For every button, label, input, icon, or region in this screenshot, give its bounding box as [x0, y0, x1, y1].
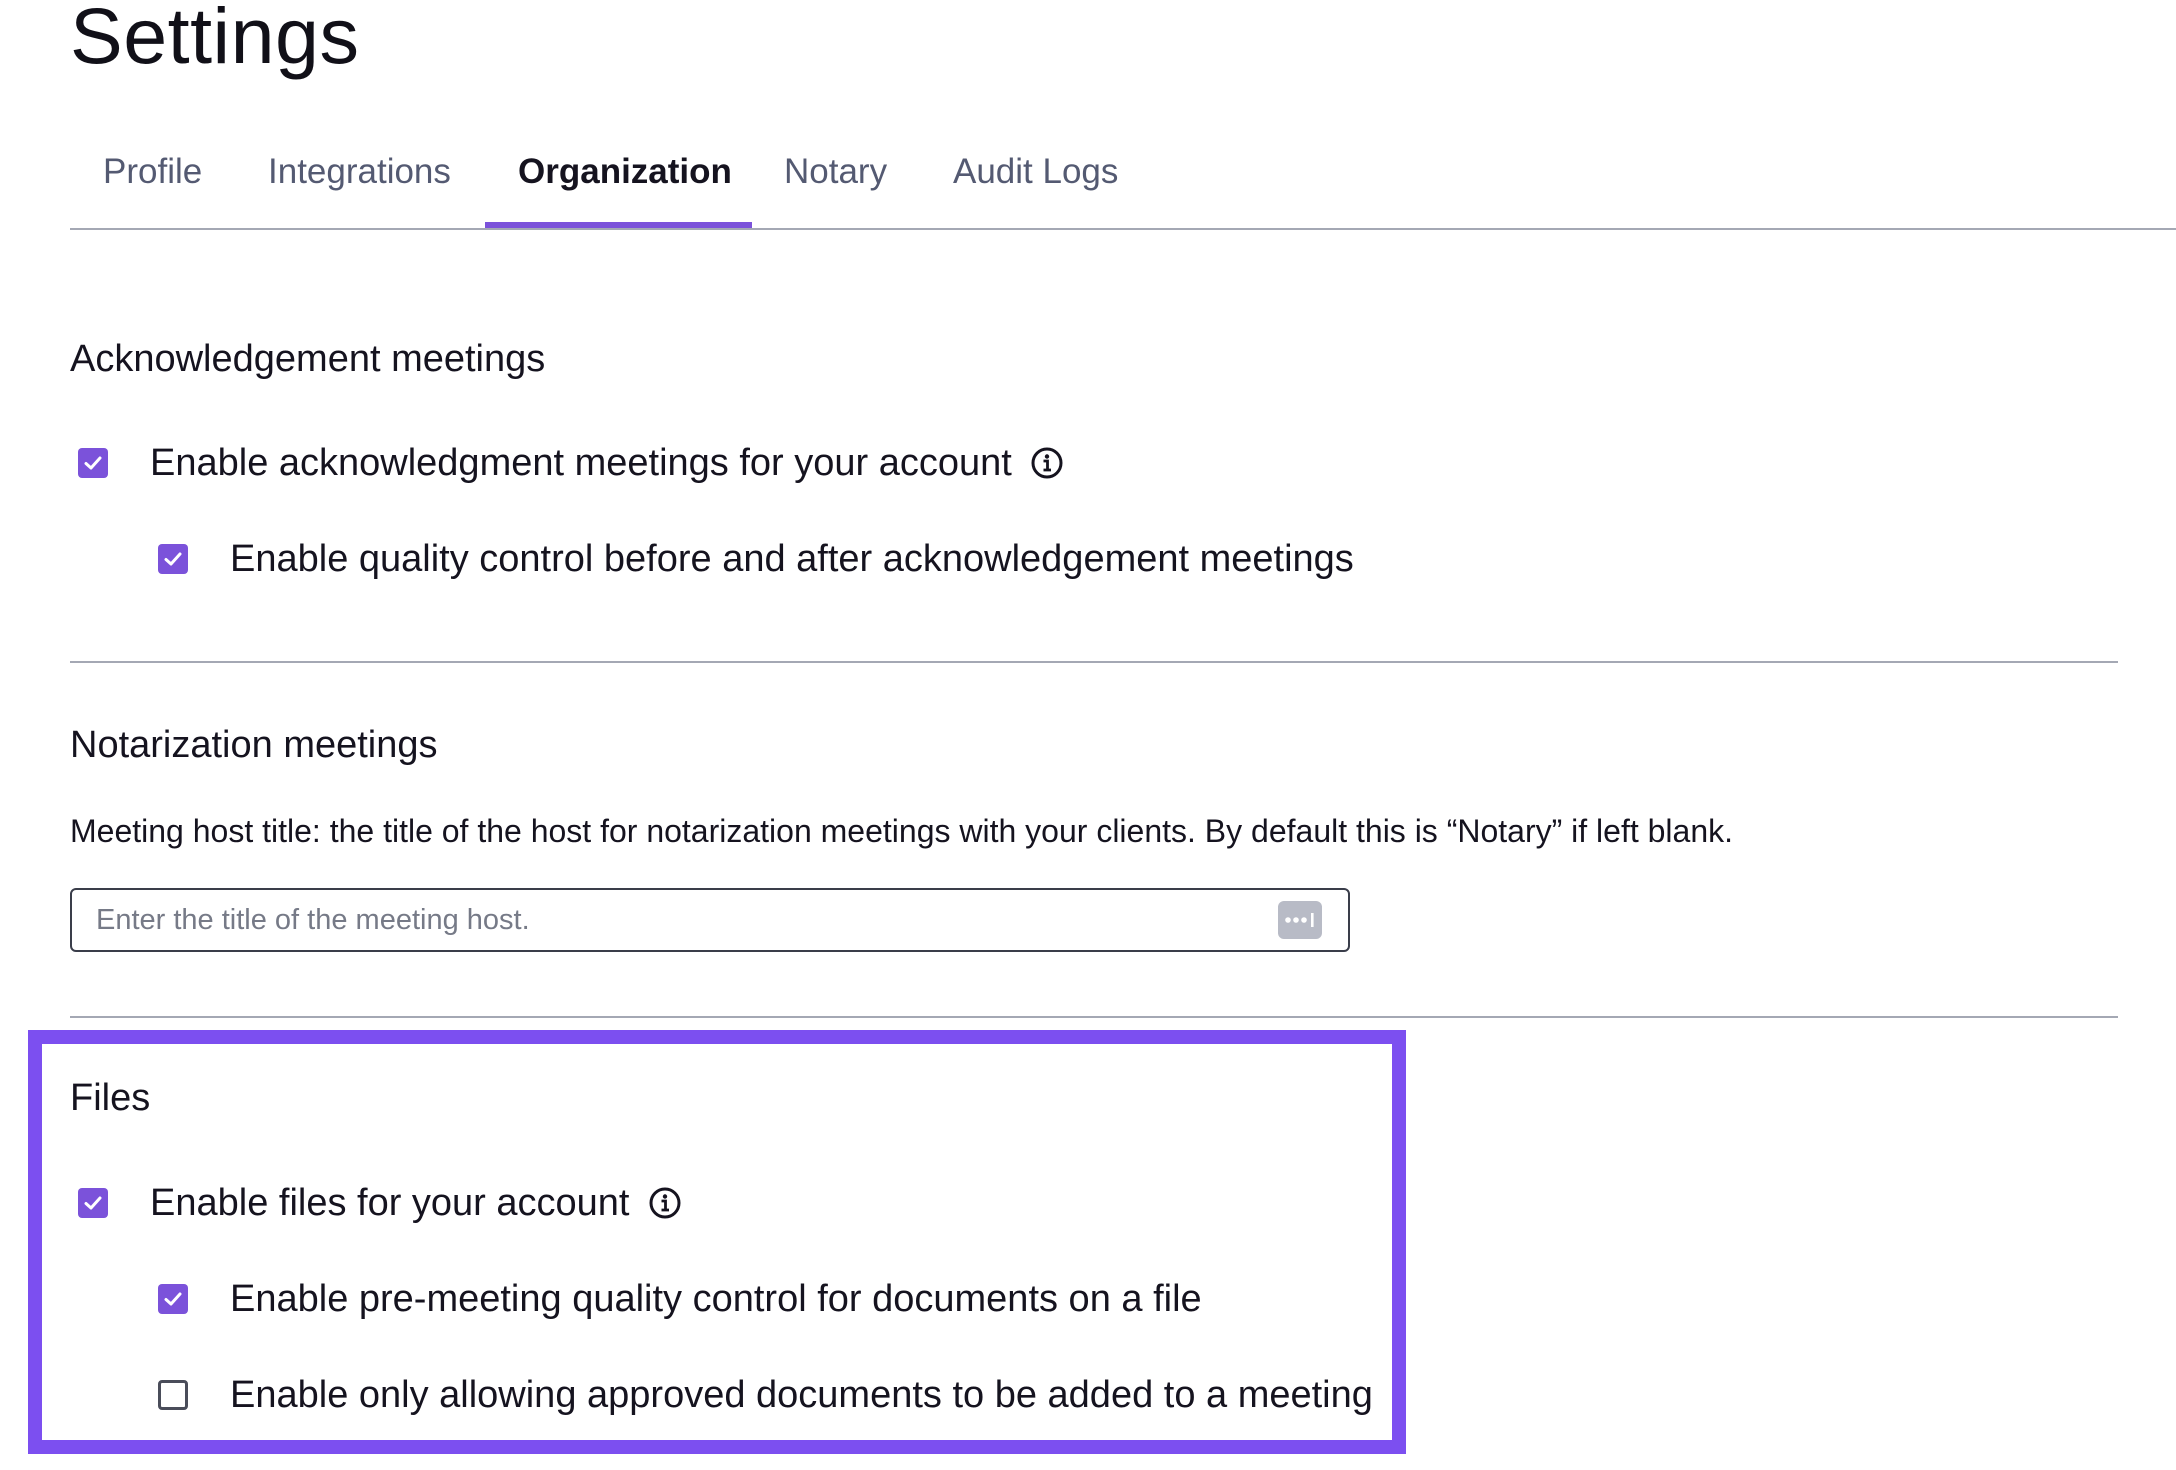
- page-title: Settings: [70, 0, 360, 80]
- enable-acknowledgment-meetings-checkbox[interactable]: [78, 448, 108, 478]
- enable-files-checkbox[interactable]: [78, 1188, 108, 1218]
- tab-audit-logs[interactable]: Audit Logs: [953, 150, 1118, 194]
- approved-documents-only-checkbox[interactable]: [158, 1380, 188, 1410]
- tab-profile[interactable]: Profile: [103, 150, 202, 194]
- acknowledgement-section-title: Acknowledgement meetings: [70, 338, 546, 380]
- checkmark-icon: [164, 552, 182, 566]
- host-title-description: Meeting host title: the title of the hos…: [70, 813, 1733, 849]
- quality-control-checkbox[interactable]: [158, 544, 188, 574]
- notarization-section-title: Notarization meetings: [70, 724, 438, 766]
- quality-control-option: Enable quality control before and after …: [158, 534, 1354, 584]
- info-icon[interactable]: [1030, 446, 1064, 480]
- tab-integrations[interactable]: Integrations: [268, 150, 451, 194]
- pre-meeting-qc-label[interactable]: Enable pre-meeting quality control for d…: [230, 1276, 1202, 1322]
- enable-files-option: Enable files for your account: [78, 1178, 682, 1228]
- info-icon[interactable]: [648, 1186, 682, 1220]
- approved-documents-only-label[interactable]: Enable only allowing approved documents …: [230, 1372, 1373, 1418]
- host-title-field: [70, 888, 1350, 952]
- files-section-title: Files: [70, 1077, 151, 1119]
- password-manager-icon[interactable]: [1278, 901, 1322, 939]
- enable-acknowledgment-meetings-option: Enable acknowledgment meetings for your …: [78, 438, 1064, 488]
- active-tab-indicator: [485, 222, 752, 228]
- checkmark-icon: [164, 1292, 182, 1306]
- enable-acknowledgment-meetings-label[interactable]: Enable acknowledgment meetings for your …: [150, 440, 1012, 486]
- checkmark-icon: [84, 456, 102, 470]
- host-title-input[interactable]: [96, 890, 1276, 950]
- settings-tabs: Profile Integrations Organization Notary…: [70, 122, 2176, 230]
- enable-files-label[interactable]: Enable files for your account: [150, 1180, 630, 1226]
- pre-meeting-qc-option: Enable pre-meeting quality control for d…: [158, 1274, 1202, 1324]
- quality-control-label[interactable]: Enable quality control before and after …: [230, 536, 1354, 582]
- section-divider: [70, 1016, 2118, 1018]
- checkmark-icon: [84, 1196, 102, 1210]
- approved-documents-only-option: Enable only allowing approved documents …: [158, 1370, 1373, 1420]
- pre-meeting-qc-checkbox[interactable]: [158, 1284, 188, 1314]
- tab-organization[interactable]: Organization: [518, 150, 732, 194]
- section-divider: [70, 661, 2118, 663]
- tab-notary[interactable]: Notary: [784, 150, 887, 194]
